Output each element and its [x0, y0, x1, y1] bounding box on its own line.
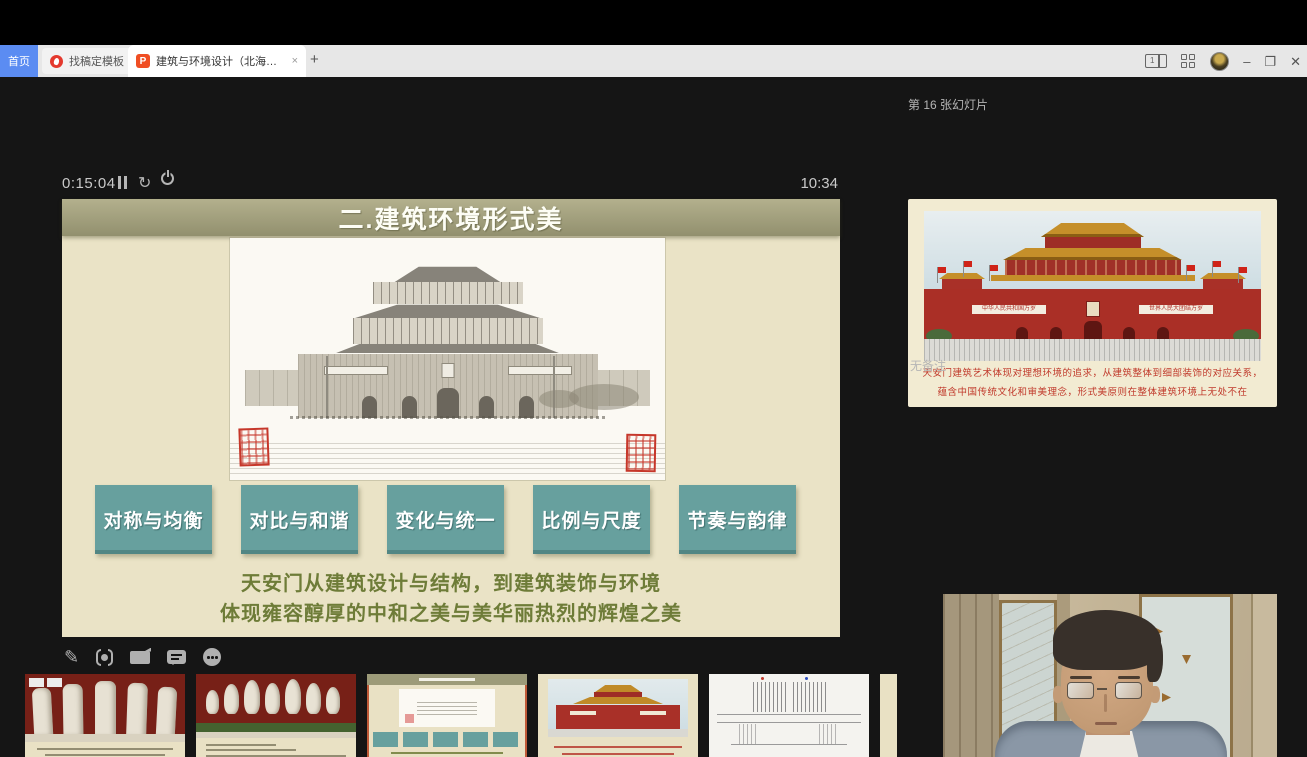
close-tab-icon[interactable]: ×	[292, 55, 298, 67]
thumbnail-slide-15-selected[interactable]	[367, 674, 527, 757]
principle-proportion: 比例与尺度	[533, 485, 650, 554]
thumbnail-slide-14[interactable]	[196, 674, 356, 757]
split-view-icon[interactable]: 1	[1145, 54, 1167, 68]
thumbnail-slide-17[interactable]	[709, 674, 869, 757]
restore-button[interactable]: ❐	[1264, 55, 1276, 68]
slide-filmstrip	[20, 674, 897, 757]
slide-canvas[interactable]: 二.建筑环境形式美	[62, 199, 840, 637]
ppt-file-icon: P	[136, 54, 150, 68]
minimize-button[interactable]: –	[1243, 55, 1250, 68]
thumbnail-slide-16[interactable]	[538, 674, 698, 757]
tab-bar: 首页 找稿定模板 P 建筑与环境设计（北海）(2).pptx × + 1 – ❐…	[0, 45, 1307, 77]
presenter-stage: 0:15:04 ↻ 10:34 二.建筑环境形式美	[0, 77, 1307, 757]
tab-document[interactable]: P 建筑与环境设计（北海）(2).pptx ×	[128, 45, 306, 77]
next-slide-header: 第 16 张幻灯片	[908, 96, 988, 113]
red-seal-left	[238, 427, 269, 466]
pen-icon[interactable]: ✎	[64, 647, 79, 668]
slide-title-band: 二.建筑环境形式美	[62, 199, 840, 236]
comment-icon[interactable]	[167, 650, 186, 664]
new-tab-button[interactable]: +	[310, 51, 319, 68]
presenter-bar: 0:15:04 ↻ 10:34	[62, 172, 840, 196]
banner-right: 世界人民大团结万岁	[1139, 305, 1213, 314]
principle-rhythm: 节奏与韵律	[679, 485, 796, 554]
laser-pointer-icon[interactable]	[96, 649, 113, 666]
close-button[interactable]: ✕	[1290, 55, 1301, 68]
glasses-left-lens	[1067, 682, 1094, 699]
presenter-hair	[1053, 610, 1161, 670]
current-time: 10:34	[800, 175, 838, 192]
elapsed-timer: 0:15:04	[62, 175, 116, 192]
pause-timer-icon[interactable]	[118, 176, 130, 189]
camera-icon[interactable]	[130, 651, 150, 664]
more-options-icon[interactable]	[203, 648, 221, 666]
slide-caption-line2: 体现雍容醇厚的中和之美与美华丽热烈的辉煌之美	[62, 597, 840, 626]
banner-left: 中华人民共和国万岁	[972, 305, 1046, 314]
window-controls: 1 – ❐ ✕	[1145, 45, 1301, 77]
slide-caption-line1: 天安门从建筑设计与结构，到建筑装饰与环境	[62, 567, 840, 596]
presentation-window: 首页 找稿定模板 P 建筑与环境设计（北海）(2).pptx × + 1 – ❐…	[0, 0, 1307, 757]
gaoding-icon	[50, 55, 63, 68]
principle-contrast: 对比与和谐	[241, 485, 358, 554]
principle-buttons-row: 对称与均衡 对比与和谐 变化与统一 比例与尺度 节奏与韵律	[62, 485, 840, 554]
preview-caption-line1: 天安门建筑艺术体现对理想环境的追求，从建筑整体到细部装饰的对应关系，	[908, 365, 1277, 379]
next-slide-preview[interactable]: 中华人民共和国万岁 世界人民大团结万岁 天安门建筑艺术体现对理想环境的追求，从建…	[908, 199, 1277, 407]
tiananmen-photo: 中华人民共和国万岁 世界人民大团结万岁	[924, 211, 1261, 361]
red-seal-right	[626, 434, 657, 473]
thumbnail-slide-18[interactable]	[880, 674, 897, 757]
no-notes-label: 无备注	[910, 357, 946, 374]
tiananmen-etching-image	[230, 238, 665, 480]
end-show-icon[interactable]	[161, 172, 174, 185]
thumbnail-slide-13[interactable]	[25, 674, 185, 757]
tab-document-label: 建筑与环境设计（北海）(2).pptx	[156, 53, 286, 69]
user-avatar[interactable]	[1210, 52, 1229, 71]
tab-home[interactable]: 首页	[0, 45, 38, 77]
tab-template-label: 找稿定模板	[69, 53, 124, 69]
portrait	[1086, 301, 1100, 317]
reset-timer-icon[interactable]: ↻	[138, 173, 151, 193]
principle-variation: 变化与统一	[387, 485, 504, 554]
glasses-right-lens	[1115, 682, 1142, 699]
annotation-toolbar: ✎	[64, 645, 221, 669]
principle-symmetry: 对称与均衡	[95, 485, 212, 554]
preview-caption-line2: 蕴含中国传统文化和审美理念，形式美原则在整体建筑环境上无处不在	[908, 384, 1277, 398]
slide-title: 二.建筑环境形式美	[339, 200, 564, 236]
presenter-webcam[interactable]	[943, 594, 1277, 757]
grid-view-icon[interactable]	[1181, 54, 1196, 69]
